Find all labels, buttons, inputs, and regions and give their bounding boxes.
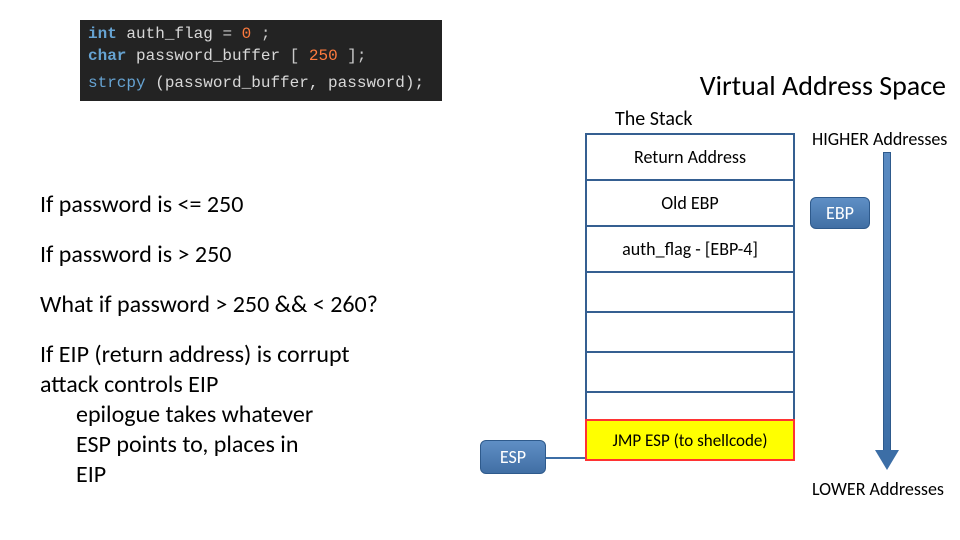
code-line-1: int auth_flag = 0 ; [88,24,434,46]
address-direction-arrow [880,152,894,468]
literal-zero: 0 [242,25,252,43]
code-line-3: strcpy (password_buffer, password); [88,73,434,95]
stack-cell-empty-1 [585,271,795,313]
p4-line3: epilogue takes whatever [40,400,460,430]
eq-sign: = [222,25,241,43]
p4-line4: ESP points to, places in [40,430,460,460]
strcpy-args: (password_buffer, password); [155,74,424,92]
p4-line5: EIP [40,460,460,490]
para-3: What if password > 250 && < 260? [40,290,460,320]
literal-250: 250 [309,47,338,65]
para-1: If password is <= 250 [40,190,460,220]
bracket-open: [ [290,47,300,65]
code-line-2: char password_buffer [ 250 ]; [88,46,434,68]
lower-addresses-label: LOWER Addresses [812,478,944,500]
higher-addresses-label: HIGHER Addresses [812,128,947,150]
stack-cell-empty-4 [585,391,795,421]
stack-header: The Stack [615,107,693,131]
page-title: Virtual Address Space [700,68,946,103]
semicolon-1: ; [261,25,271,43]
para-2: If password is > 250 [40,240,460,270]
ebp-pointer-pill: EBP [810,197,870,229]
fn-strcpy: strcpy [88,74,146,92]
stack-cell-old-ebp: Old EBP [585,179,795,227]
esp-pointer-pill: ESP [480,440,546,474]
ident-pwbuffer: password_buffer [136,47,280,65]
para-4: If EIP (return address) is corrupt attac… [40,340,460,490]
keyword-char: char [88,47,126,65]
stack-cell-empty-2 [585,311,795,353]
code-block: int auth_flag = 0 ; char password_buffer… [80,20,442,101]
arrow-head-icon [875,450,899,470]
arrow-shaft [883,152,891,452]
stack-cell-empty-3 [585,351,795,393]
p4-line2: attack controls EIP [40,370,460,400]
keyword-int: int [88,25,117,43]
p4-line1: If EIP (return address) is corrupt [40,340,460,370]
ident-authflag: auth_flag [126,25,212,43]
stack-cell-auth-flag: auth_flag - [EBP-4] [585,225,795,273]
bracket-close: ]; [347,47,366,65]
esp-connector-line [546,457,585,459]
explanation-text: If password is <= 250 If password is > 2… [40,190,460,490]
stack-cell-return-address: Return Address [585,133,795,181]
stack-cell-jmp-esp: JMP ESP (to shellcode) [585,419,795,461]
stack-diagram: Return Address Old EBP auth_flag - [EBP-… [585,135,795,461]
